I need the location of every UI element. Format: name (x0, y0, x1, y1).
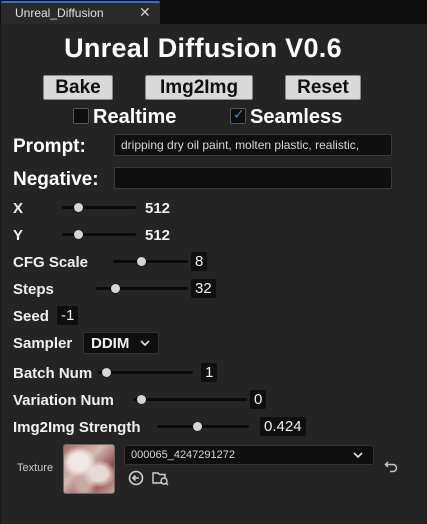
negative-input[interactable] (114, 167, 392, 189)
batch-num-label: Batch Num (13, 365, 93, 382)
img2img-strength-slider[interactable] (157, 422, 249, 431)
reset-button[interactable]: Reset (285, 75, 361, 100)
variation-num-slider-handle[interactable] (136, 395, 146, 404)
bake-button[interactable]: Bake (43, 75, 113, 100)
img2img-strength-label: Img2Img Strength (13, 419, 141, 436)
batch-num-slider-handle[interactable] (101, 368, 111, 377)
x-slider[interactable] (62, 203, 136, 212)
diffusion-panel: Unreal Diffusion V0.6 Bake Img2Img Reset… (0, 24, 427, 524)
checkmark-icon: ✓ (233, 106, 245, 122)
realtime-label: Realtime (93, 106, 177, 128)
y-value[interactable]: 512 (145, 227, 170, 244)
chevron-down-icon (353, 452, 363, 459)
cfg-scale-slider[interactable] (113, 257, 188, 266)
reset-to-default-icon[interactable] (382, 459, 400, 477)
realtime-checkbox[interactable] (73, 108, 89, 124)
variation-num-value[interactable]: 0 (250, 390, 267, 409)
img2img-strength-value[interactable]: 0.424 (260, 417, 306, 436)
y-slider[interactable] (62, 230, 136, 239)
prompt-label: Prompt: (13, 136, 86, 157)
sampler-selected: DDIM (91, 335, 130, 352)
img2img-button[interactable]: Img2Img (145, 75, 253, 100)
tab-active-indicator (1, 1, 160, 3)
y-slider-handle[interactable] (74, 230, 84, 239)
texture-asset-name: 000065_4247291272 (131, 449, 236, 461)
chevron-down-icon (140, 340, 150, 347)
cfg-scale-label: CFG Scale (13, 254, 89, 271)
steps-value[interactable]: 32 (191, 279, 216, 298)
browse-folder-icon[interactable] (152, 470, 170, 488)
texture-thumbnail[interactable] (63, 444, 115, 494)
batch-num-slider[interactable] (98, 368, 193, 377)
sampler-dropdown[interactable]: DDIM (83, 332, 159, 354)
tab-bar: Unreal_Diffusion ✕ (0, 0, 427, 24)
seed-value[interactable]: -1 (57, 306, 79, 325)
seamless-label: Seamless (250, 106, 343, 128)
use-selected-asset-icon[interactable] (127, 470, 145, 488)
x-label: X (13, 200, 24, 217)
texture-asset-picker[interactable]: 000065_4247291272 (124, 445, 374, 465)
prompt-input[interactable]: dripping dry oil paint, molten plastic, … (114, 134, 392, 156)
seamless-toggle[interactable]: ✓ Seamless (230, 106, 360, 128)
img2img-strength-slider-handle[interactable] (192, 422, 202, 431)
cfg-scale-slider-handle[interactable] (137, 257, 147, 266)
y-label: Y (13, 227, 24, 244)
sampler-label: Sampler (13, 335, 73, 352)
x-value[interactable]: 512 (145, 200, 170, 217)
negative-label: Negative: (13, 169, 99, 190)
close-icon[interactable]: ✕ (139, 4, 151, 21)
realtime-toggle[interactable]: Realtime (73, 106, 183, 128)
steps-slider[interactable] (96, 284, 188, 293)
tab-title: Unreal_Diffusion (15, 6, 104, 20)
page-title: Unreal Diffusion V0.6 (64, 33, 342, 63)
tab-unreal-diffusion[interactable]: Unreal_Diffusion ✕ (1, 1, 160, 24)
seamless-checkbox[interactable]: ✓ (230, 106, 246, 124)
variation-num-label: Variation Num (13, 392, 114, 409)
cfg-scale-value[interactable]: 8 (191, 252, 208, 271)
steps-slider-handle[interactable] (110, 284, 120, 293)
x-slider-handle[interactable] (74, 203, 84, 212)
steps-label: Steps (13, 281, 54, 298)
seed-label: Seed (13, 308, 49, 325)
batch-num-value[interactable]: 1 (201, 363, 218, 382)
texture-label: Texture (17, 462, 54, 474)
variation-num-slider[interactable] (133, 395, 247, 404)
